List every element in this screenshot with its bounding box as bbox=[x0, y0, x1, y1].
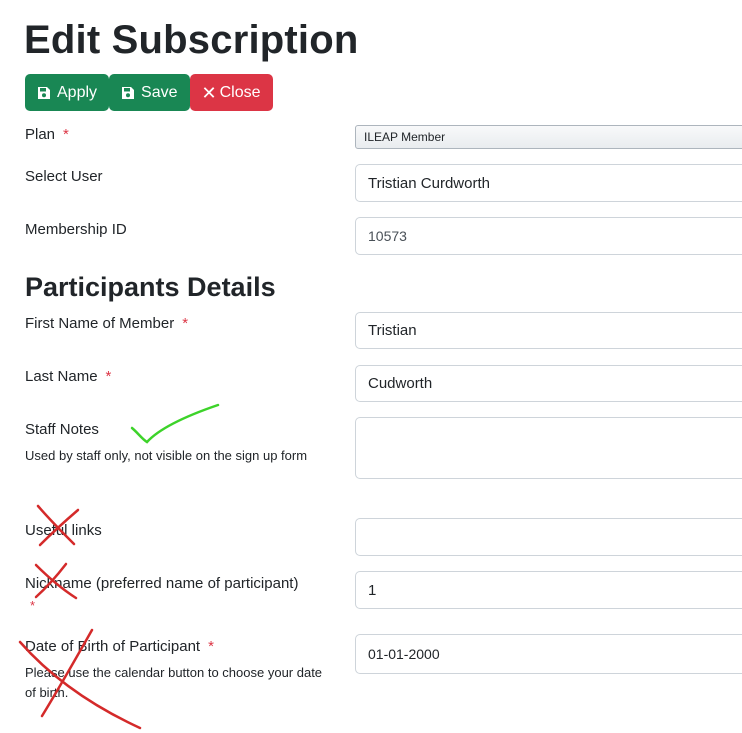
required-marker: * bbox=[208, 638, 214, 655]
membership-id-field[interactable]: 10573 bbox=[355, 217, 742, 255]
close-button-label: Close bbox=[219, 83, 261, 101]
required-marker: * bbox=[30, 598, 36, 613]
staff-notes-help: Used by staff only, not visible on the s… bbox=[25, 448, 308, 463]
staff-notes-textarea[interactable] bbox=[355, 417, 742, 479]
nickname-field[interactable]: 1 bbox=[355, 571, 742, 609]
save-button-label: Save bbox=[141, 83, 178, 101]
dob-value: 01-01-2000 bbox=[368, 646, 440, 662]
first-name-value: Tristian bbox=[368, 322, 417, 339]
plan-select-value: ILEAP Member bbox=[364, 130, 446, 144]
plan-label: Plan * bbox=[25, 126, 69, 143]
save-button[interactable]: Save bbox=[109, 74, 190, 111]
plan-select[interactable]: ILEAP Member bbox=[355, 125, 742, 149]
dob-label: Date of Birth of Participant * bbox=[25, 638, 214, 655]
dob-help: Please use the calendar button to choose… bbox=[25, 665, 323, 700]
select-user-value: Tristian Curdworth bbox=[368, 174, 490, 192]
page-title: Edit Subscription bbox=[24, 18, 359, 62]
required-marker: * bbox=[63, 126, 69, 143]
floppy-disk-icon bbox=[121, 86, 135, 100]
staff-notes-label: Staff Notes bbox=[25, 421, 99, 438]
last-name-field[interactable]: Cudworth bbox=[355, 365, 742, 402]
dob-field[interactable]: 01-01-2000 bbox=[355, 634, 742, 674]
membership-id-label: Membership ID bbox=[25, 221, 127, 238]
toolbar: Apply Save ✕ Close bbox=[25, 74, 273, 111]
useful-links-label: Useful links bbox=[25, 522, 102, 539]
membership-id-value: 10573 bbox=[368, 228, 407, 244]
first-name-label: First Name of Member * bbox=[25, 315, 189, 332]
select-user-field[interactable]: Tristian Curdworth bbox=[355, 164, 742, 202]
required-marker: * bbox=[105, 368, 112, 385]
last-name-value: Cudworth bbox=[368, 375, 433, 392]
required-marker: * bbox=[182, 315, 189, 332]
checkmark-annotation bbox=[130, 403, 220, 444]
first-name-field[interactable]: Tristian bbox=[355, 312, 742, 349]
close-icon: ✕ bbox=[201, 82, 217, 103]
floppy-disk-icon bbox=[37, 86, 51, 100]
nickname-label: Nickname (preferred name of participant) bbox=[25, 575, 299, 592]
apply-button-label: Apply bbox=[57, 83, 98, 101]
useful-links-field[interactable] bbox=[355, 518, 742, 556]
last-name-label: Last Name * bbox=[25, 368, 112, 385]
participants-section-title: Participants Details bbox=[25, 272, 276, 302]
nickname-value: 1 bbox=[368, 581, 377, 599]
select-user-label: Select User bbox=[25, 168, 103, 185]
apply-button[interactable]: Apply bbox=[25, 74, 110, 111]
close-button[interactable]: ✕ Close bbox=[189, 74, 273, 111]
